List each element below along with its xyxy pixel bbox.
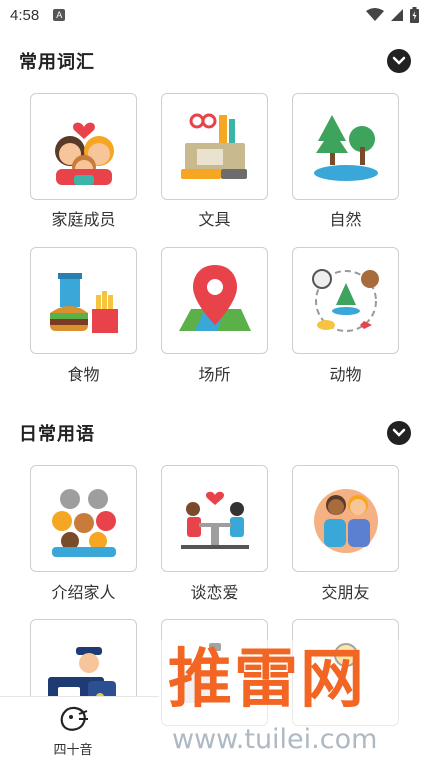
dating-icon xyxy=(180,491,249,549)
family-group-icon xyxy=(51,488,116,557)
wifi-icon xyxy=(366,8,384,21)
friends-icon xyxy=(313,488,378,553)
chevron-down-icon xyxy=(392,56,406,65)
watermark: 推雷网 www.tuilei.com xyxy=(158,640,429,764)
animals-icon xyxy=(311,268,379,332)
card-label-make-friends: 交朋友 xyxy=(321,583,370,602)
card-family[interactable] xyxy=(30,93,137,200)
card-animals[interactable] xyxy=(292,247,399,354)
card-label-animals: 动物 xyxy=(329,365,362,384)
signal-icon xyxy=(391,9,403,21)
card-nature[interactable] xyxy=(292,93,399,200)
card-label-dating: 谈恋爱 xyxy=(190,583,239,602)
watermark-text: 推雷网 xyxy=(168,643,366,717)
status-icons xyxy=(366,7,419,23)
map-pin-icon xyxy=(178,264,251,331)
card-stationery[interactable] xyxy=(161,93,268,200)
collapse-toggle-button[interactable] xyxy=(387,49,411,73)
bottom-nav: 四十音 xyxy=(0,696,160,764)
status-bar: 4:58 A xyxy=(0,0,429,30)
collapse-toggle-button[interactable] xyxy=(387,421,411,445)
battery-icon xyxy=(410,7,419,23)
card-label-family: 家庭成员 xyxy=(51,210,116,229)
section-header-vocabulary: 常用词汇 xyxy=(0,41,429,81)
card-label-stationery: 文具 xyxy=(198,210,231,229)
card-label-nature: 自然 xyxy=(329,210,362,229)
card-introduce-family[interactable] xyxy=(30,465,137,572)
watermark-url: www.tuilei.com xyxy=(172,724,378,755)
notification-a-icon: A xyxy=(53,9,66,21)
nav-label-gojuon: 四十音 xyxy=(53,743,93,758)
nav-item-gojuon[interactable]: 四十音 xyxy=(38,705,108,758)
stationery-icon xyxy=(180,113,247,179)
card-place[interactable] xyxy=(161,247,268,354)
status-time: 4:58 xyxy=(10,6,40,24)
section-header-phrases: 日常用语 xyxy=(0,413,429,453)
card-label-place: 场所 xyxy=(198,365,231,384)
nature-icon xyxy=(313,114,378,181)
card-food[interactable] xyxy=(30,247,137,354)
card-label-introduce-family: 介绍家人 xyxy=(51,583,116,602)
chevron-down-icon xyxy=(392,428,406,437)
card-make-friends[interactable] xyxy=(292,465,399,572)
gojuon-icon xyxy=(60,706,88,731)
card-dating[interactable] xyxy=(161,465,268,572)
card-label-food: 食物 xyxy=(67,365,100,384)
food-icon xyxy=(49,272,118,333)
family-icon xyxy=(54,122,114,185)
section-title: 常用词汇 xyxy=(19,52,95,73)
section-title: 日常用语 xyxy=(19,424,95,445)
